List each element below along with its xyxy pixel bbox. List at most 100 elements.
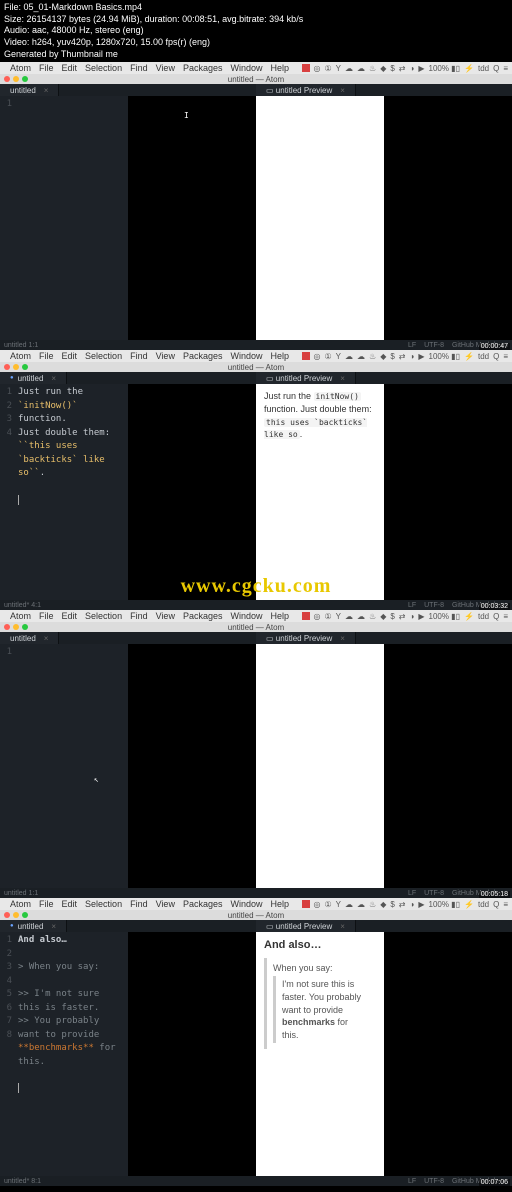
status-icon[interactable]: ▶ xyxy=(418,352,424,361)
status-icon[interactable]: ☁ xyxy=(345,64,353,73)
power-icon[interactable]: ⚡ xyxy=(464,352,474,361)
editor-pane[interactable]: 1 2 3 4 5 6 7 8 And also… > When you say… xyxy=(0,932,128,1176)
tab-preview[interactable]: ▭ untitled Preview × xyxy=(256,920,356,932)
power-icon[interactable]: ⚡ xyxy=(464,900,474,909)
menu-file[interactable]: File xyxy=(39,63,54,73)
status-icon[interactable]: ☁ xyxy=(357,352,365,361)
zoom-icon[interactable] xyxy=(22,912,28,918)
menu-packages[interactable]: Packages xyxy=(183,63,223,73)
code-area[interactable]: ↖ xyxy=(14,644,128,888)
spotlight-icon[interactable]: Q xyxy=(493,64,499,73)
close-tab-icon[interactable]: × xyxy=(51,922,56,931)
status-eol[interactable]: LF xyxy=(408,890,416,897)
minimize-icon[interactable] xyxy=(13,76,19,82)
menu-selection[interactable]: Selection xyxy=(85,351,122,361)
status-icon[interactable]: ◎ xyxy=(314,64,321,73)
menu-atom[interactable]: Atom xyxy=(10,63,31,73)
status-eol[interactable]: LF xyxy=(408,342,416,349)
status-icon[interactable]: ◆ xyxy=(380,64,386,73)
menu-window[interactable]: Window xyxy=(230,63,262,73)
status-icon[interactable]: ◆ xyxy=(380,352,386,361)
tab-untitled[interactable]: untitled × xyxy=(0,372,67,384)
status-icon[interactable]: ☁ xyxy=(357,612,365,621)
status-encoding[interactable]: UTF-8 xyxy=(424,602,444,609)
zoom-icon[interactable] xyxy=(22,76,28,82)
status-icon[interactable]: ☁ xyxy=(357,64,365,73)
menu-atom[interactable]: Atom xyxy=(10,351,31,361)
menu-edit[interactable]: Edit xyxy=(62,351,78,361)
status-icon[interactable]: $ xyxy=(390,352,394,361)
menu-help[interactable]: Help xyxy=(271,611,290,621)
menu-packages[interactable]: Packages xyxy=(183,351,223,361)
battery-label[interactable]: 100% ▮▯ xyxy=(429,612,461,621)
notifications-icon[interactable]: ≡ xyxy=(503,612,508,621)
code-area[interactable]: And also… > When you say: >> I'm not sur… xyxy=(14,932,128,1176)
menu-view[interactable]: View xyxy=(156,899,175,909)
status-icon[interactable]: $ xyxy=(390,64,394,73)
menu-help[interactable]: Help xyxy=(271,899,290,909)
menu-view[interactable]: View xyxy=(156,63,175,73)
status-icon[interactable]: Υ xyxy=(336,64,341,73)
notifications-icon[interactable]: ≡ xyxy=(503,64,508,73)
tab-untitled[interactable]: untitled × xyxy=(0,84,59,96)
status-encoding[interactable]: UTF-8 xyxy=(424,342,444,349)
menu-find[interactable]: Find xyxy=(130,899,148,909)
volume-icon[interactable]: ◑ xyxy=(410,352,415,361)
menu-packages[interactable]: Packages xyxy=(183,899,223,909)
close-icon[interactable] xyxy=(4,624,10,630)
tab-preview[interactable]: ▭ untitled Preview × xyxy=(256,632,356,644)
menu-edit[interactable]: Edit xyxy=(62,899,78,909)
tab-untitled[interactable]: untitled × xyxy=(0,920,67,932)
tab-preview[interactable]: ▭ untitled Preview × xyxy=(256,372,356,384)
status-icon[interactable]: ◎ xyxy=(314,612,321,621)
user-label[interactable]: tdd xyxy=(478,352,489,361)
status-icon[interactable]: ☁ xyxy=(357,900,365,909)
zoom-icon[interactable] xyxy=(22,624,28,630)
wifi-icon[interactable]: ⇄ xyxy=(399,64,406,73)
user-label[interactable]: tdd xyxy=(478,64,489,73)
status-icon[interactable]: Υ xyxy=(336,612,341,621)
menu-window[interactable]: Window xyxy=(230,351,262,361)
battery-label[interactable]: 100% ▮▯ xyxy=(429,900,461,909)
menu-atom[interactable]: Atom xyxy=(10,611,31,621)
status-icon[interactable]: ▶ xyxy=(418,900,424,909)
menu-view[interactable]: View xyxy=(156,611,175,621)
tab-preview[interactable]: ▭ untitled Preview × xyxy=(256,84,356,96)
status-icon[interactable]: ☁ xyxy=(345,900,353,909)
wifi-icon[interactable]: ⇄ xyxy=(399,352,406,361)
tab-untitled[interactable]: untitled × xyxy=(0,632,59,644)
menu-help[interactable]: Help xyxy=(271,63,290,73)
user-label[interactable]: tdd xyxy=(478,900,489,909)
window-titlebar[interactable]: untitled — Atom xyxy=(0,622,512,632)
status-icon[interactable]: ① xyxy=(325,900,332,909)
editor-pane[interactable]: 1 ↖ xyxy=(0,644,128,888)
menu-file[interactable]: File xyxy=(39,351,54,361)
menu-find[interactable]: Find xyxy=(130,63,148,73)
status-icon[interactable]: ① xyxy=(325,352,332,361)
volume-icon[interactable]: ◑ xyxy=(410,900,415,909)
status-icon[interactable]: ♨ xyxy=(369,352,376,361)
menu-find[interactable]: Find xyxy=(130,611,148,621)
editor-pane[interactable]: 1 I xyxy=(0,96,128,340)
menu-window[interactable]: Window xyxy=(230,611,262,621)
menu-packages[interactable]: Packages xyxy=(183,611,223,621)
notifications-icon[interactable]: ≡ xyxy=(503,352,508,361)
status-icon[interactable]: ① xyxy=(325,64,332,73)
status-encoding[interactable]: UTF-8 xyxy=(424,890,444,897)
close-tab-icon[interactable]: × xyxy=(44,634,49,643)
minimize-icon[interactable] xyxy=(13,364,19,370)
power-icon[interactable]: ⚡ xyxy=(464,612,474,621)
zoom-icon[interactable] xyxy=(22,364,28,370)
volume-icon[interactable]: ◑ xyxy=(410,64,415,73)
close-tab-icon[interactable]: × xyxy=(340,86,345,95)
close-icon[interactable] xyxy=(4,912,10,918)
wifi-icon[interactable]: ⇄ xyxy=(399,612,406,621)
menu-selection[interactable]: Selection xyxy=(85,63,122,73)
status-icon[interactable]: ◆ xyxy=(380,612,386,621)
menu-window[interactable]: Window xyxy=(230,899,262,909)
status-encoding[interactable]: UTF-8 xyxy=(424,1178,444,1185)
status-icon[interactable]: ♨ xyxy=(369,64,376,73)
user-label[interactable]: tdd xyxy=(478,612,489,621)
volume-icon[interactable]: ◑ xyxy=(410,612,415,621)
status-icon[interactable]: ♨ xyxy=(369,900,376,909)
